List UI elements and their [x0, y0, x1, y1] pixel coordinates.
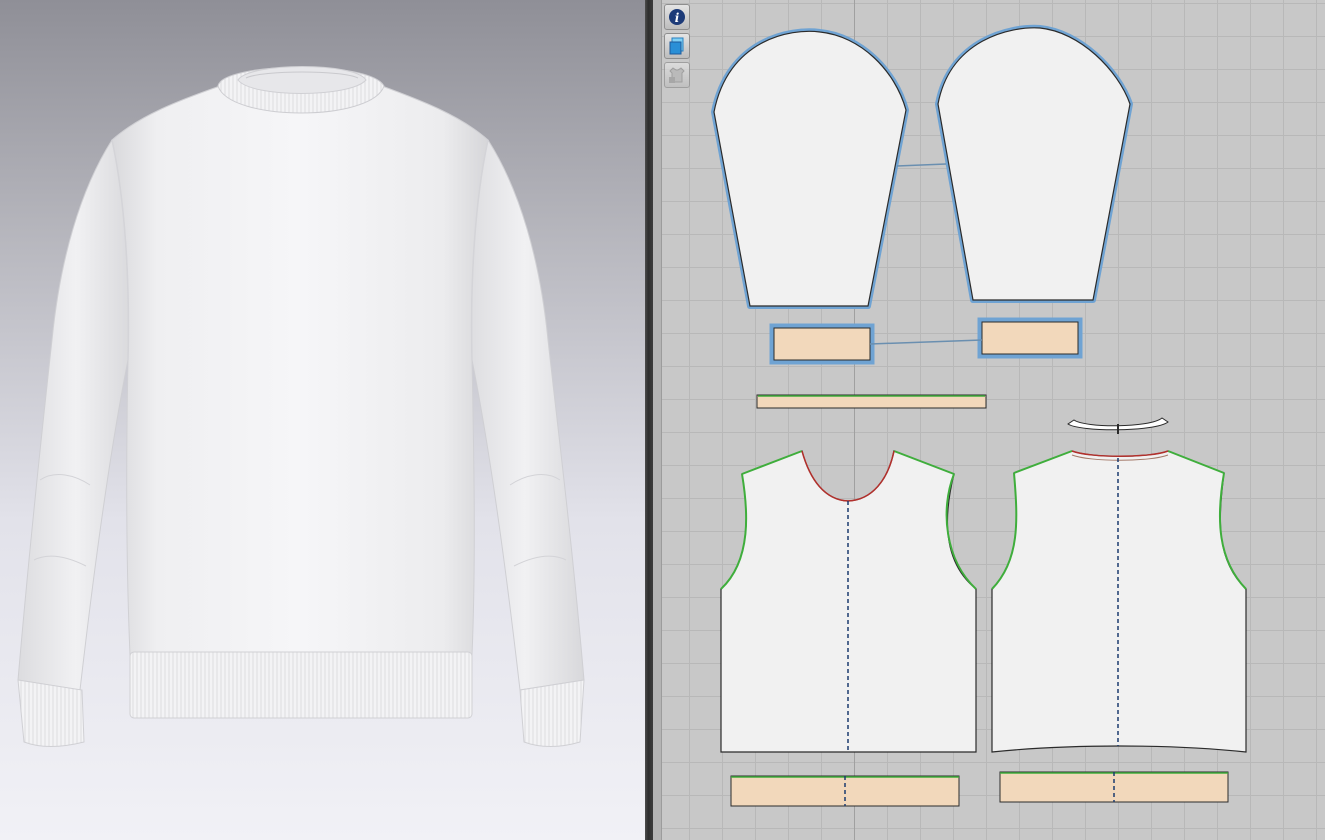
sweater-body: [111, 85, 489, 656]
2d-pattern-viewport[interactable]: i: [653, 0, 1325, 840]
left-sleeve: [17, 139, 135, 691]
cuff-left[interactable]: [773, 327, 871, 361]
view-splitter[interactable]: [645, 0, 653, 840]
left-cuff-3d: [17, 679, 85, 747]
sweater-3d-render: [17, 66, 585, 747]
sleeve-right[interactable]: [937, 27, 1131, 301]
back-body[interactable]: [991, 450, 1247, 753]
hem-rib-3d: [129, 651, 473, 719]
pattern-canvas: [711, 24, 1247, 807]
right-cuff-3d: [519, 679, 585, 747]
right-sleeve: [465, 139, 585, 691]
3d-garment-viewport[interactable]: [0, 0, 645, 840]
neck-rib[interactable]: [756, 394, 987, 409]
cuff-right[interactable]: [981, 321, 1079, 355]
